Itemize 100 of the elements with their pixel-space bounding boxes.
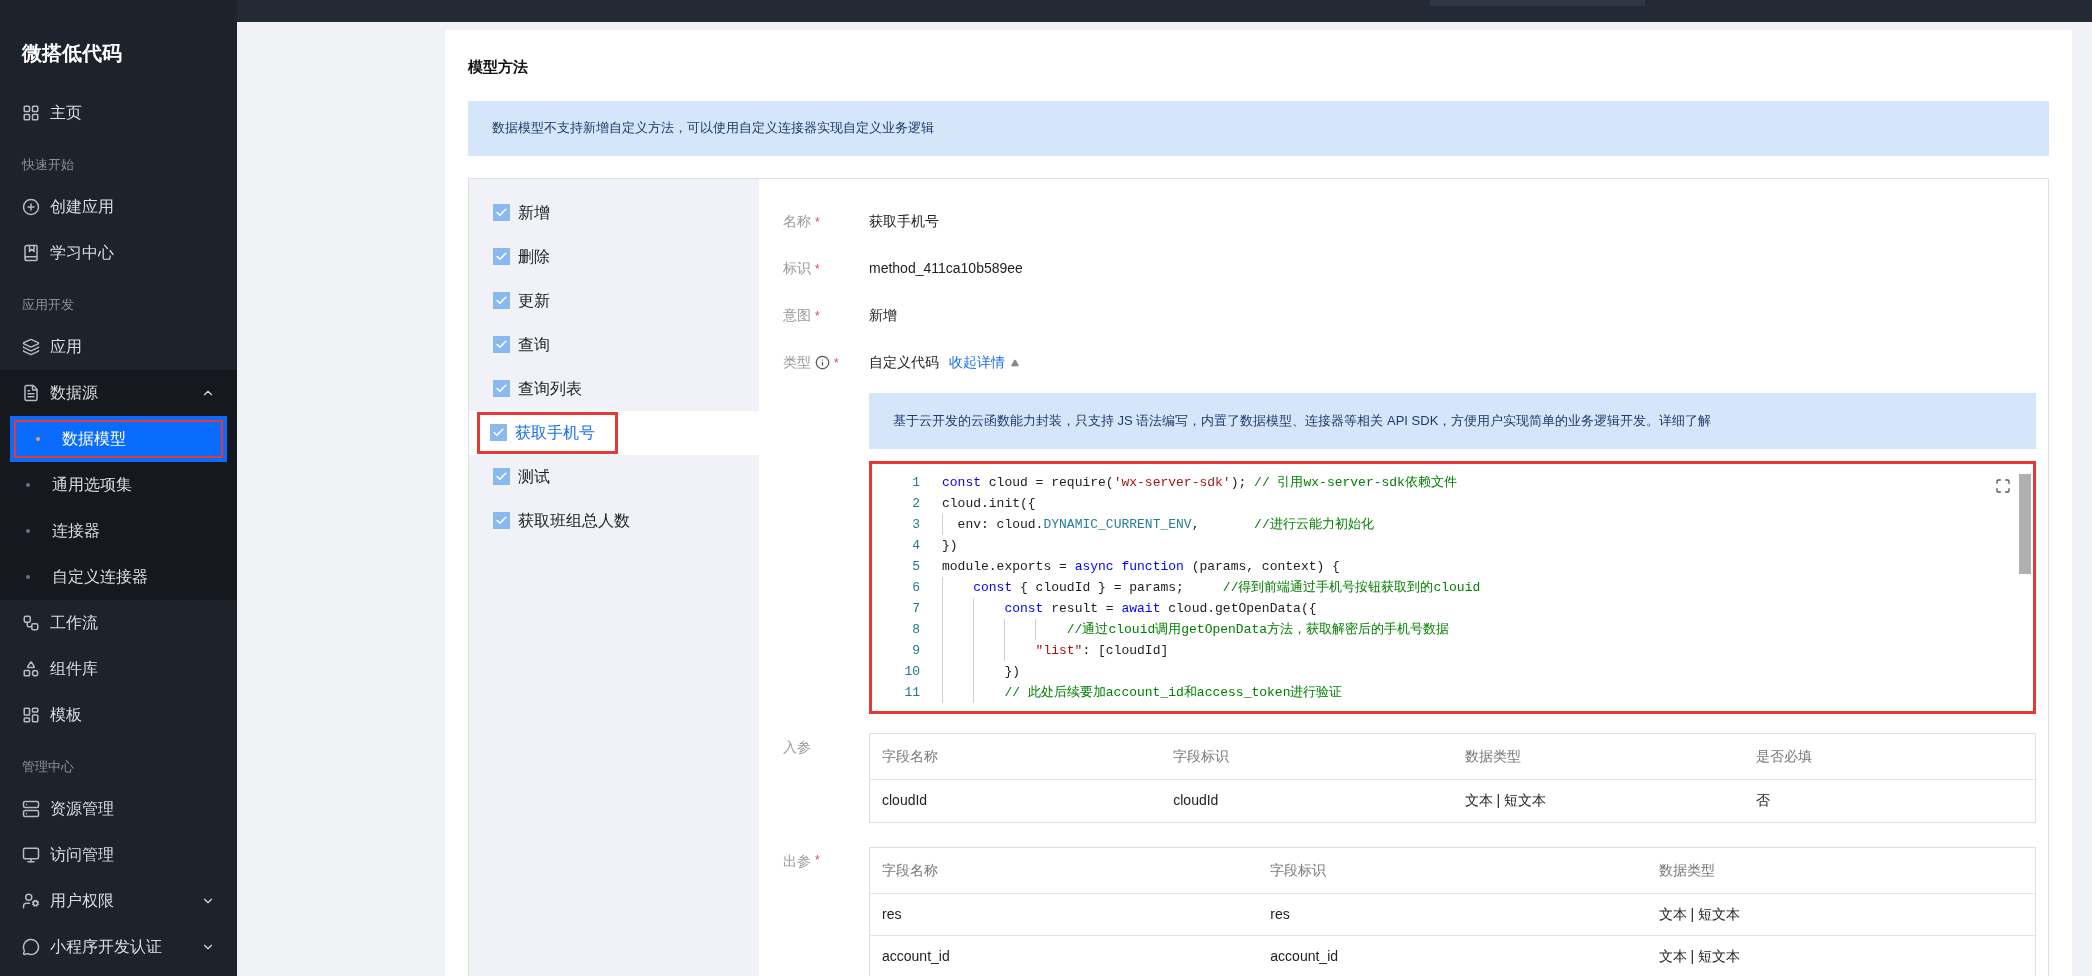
- method-label: 更新: [518, 290, 550, 311]
- column-header: 字段名称: [881, 746, 939, 766]
- column-header: 是否必填: [1754, 746, 1813, 766]
- nav-item[interactable]: 应用: [0, 324, 237, 370]
- line-number: 2: [911, 494, 921, 513]
- table-cell-text: account_id: [1269, 947, 1340, 966]
- nav-item[interactable]: 资源管理: [0, 786, 237, 832]
- nav-item[interactable]: 访问管理: [0, 832, 237, 878]
- section-title: 模型方法: [468, 57, 529, 77]
- nav-item[interactable]: 主页: [0, 90, 237, 136]
- line-number: 5: [911, 557, 921, 576]
- line-number: 1: [911, 473, 921, 492]
- user-icon: [22, 892, 40, 910]
- collapse-link[interactable]: 收起详情: [949, 352, 1019, 373]
- nav-item[interactable]: 创建应用: [0, 184, 237, 230]
- method-item[interactable]: 查询: [469, 322, 759, 367]
- dashboard-icon: [22, 706, 40, 724]
- nav-item[interactable]: 小程序开发认证: [0, 924, 237, 970]
- field-label: 出参: [783, 851, 811, 871]
- method-item[interactable]: 测试: [469, 454, 759, 499]
- scrollbar[interactable]: [2019, 473, 2031, 574]
- table-cell-text: 文本 | 短文本: [1657, 904, 1742, 924]
- column-header: 数据类型: [1463, 746, 1522, 766]
- table-cell-text: 文本 | 短文本: [1463, 791, 1547, 810]
- table-cell-text: res: [881, 904, 903, 924]
- nav-subitem[interactable]: 连接器: [0, 508, 237, 554]
- brand-title: 微搭低代码: [20, 41, 123, 66]
- check-icon: [495, 206, 508, 219]
- monitor-icon: [22, 846, 40, 864]
- column-header: 字段标识: [1269, 860, 1328, 880]
- line-number: 6: [911, 578, 921, 597]
- nav-item[interactable]: 用户权限: [0, 878, 237, 924]
- checkbox[interactable]: [493, 468, 510, 485]
- fullscreen-icon[interactable]: [1995, 477, 2011, 494]
- nav-subitem[interactable]: 自定义连接器: [0, 554, 237, 600]
- field-value: 自定义代码: [869, 353, 939, 372]
- nav-item[interactable]: 学习中心: [0, 230, 237, 276]
- nav-subitem[interactable]: 数据模型: [10, 416, 227, 462]
- nav-item[interactable]: 组件库: [0, 646, 237, 692]
- field-label: 入参: [783, 737, 811, 757]
- section-heading: 应用开发: [21, 295, 75, 314]
- line-number: 9: [911, 641, 921, 660]
- field-value: 获取手机号: [869, 212, 939, 231]
- method-label: 查询列表: [518, 378, 582, 399]
- layers-icon: [22, 338, 40, 356]
- bookmark-icon: [22, 244, 40, 262]
- server-icon: [22, 800, 40, 818]
- method-item[interactable]: 获取手机号: [469, 410, 759, 455]
- checkbox[interactable]: [493, 248, 510, 265]
- code-line: // 此处后续要加account_id和access_token进行验证: [940, 681, 1343, 703]
- code-line: }): [941, 536, 958, 555]
- nav-item[interactable]: 模板: [0, 692, 237, 738]
- checkbox[interactable]: [493, 204, 510, 221]
- nav-item[interactable]: 数据源: [0, 370, 237, 416]
- method-label: 删除: [518, 246, 550, 267]
- code-line: cloud.init({: [941, 494, 1036, 513]
- required-mark: *: [815, 307, 820, 325]
- line-number: 4: [911, 536, 921, 555]
- code-line: "list": [cloudId]: [940, 639, 1169, 661]
- code-editor[interactable]: [869, 460, 2036, 714]
- check-icon: [495, 250, 508, 263]
- plus-circle-icon: [22, 198, 40, 216]
- method-item[interactable]: 更新: [469, 278, 759, 323]
- field-label: 名称: [783, 212, 811, 231]
- checkbox[interactable]: [493, 336, 510, 353]
- chat-icon: [22, 938, 40, 956]
- column-header: 数据类型: [1657, 860, 1716, 880]
- table-cell-text: cloudId: [881, 791, 929, 810]
- info-icon[interactable]: [815, 355, 830, 370]
- method-item[interactable]: 新增: [469, 190, 759, 235]
- notice-banner: 数据模型不支持新增自定义方法，可以使用自定义连接器实现自定义业务逻辑: [468, 100, 2049, 156]
- check-icon: [495, 514, 508, 527]
- workflow-icon: [22, 614, 40, 632]
- method-item[interactable]: 获取班组总人数: [469, 498, 759, 543]
- required-mark: *: [834, 354, 839, 372]
- table-cell-text: 文本 | 短文本: [1657, 947, 1742, 966]
- field-value: method_411ca10b589ee: [869, 259, 1023, 278]
- table-cell-text: 否: [1754, 791, 1771, 810]
- method-item[interactable]: 查询列表: [469, 366, 759, 411]
- code-line: module.exports = async function (params, context) {: [941, 557, 1340, 576]
- check-icon: [495, 294, 508, 307]
- method-label: 测试: [518, 466, 550, 487]
- learn-more-link[interactable]: 详细了解: [1659, 410, 1712, 431]
- section-heading: 管理中心: [21, 757, 75, 776]
- table-cell-text: res: [1269, 904, 1291, 924]
- line-number: 8: [911, 620, 921, 639]
- nav-item[interactable]: 工作流: [0, 600, 237, 646]
- method-item[interactable]: 删除: [469, 234, 759, 279]
- section-heading: 快速开始: [21, 155, 75, 174]
- line-number: 10: [903, 662, 921, 681]
- code-line: const result = await cloud.getOpenData({: [940, 597, 1317, 619]
- checkbox[interactable]: [490, 424, 507, 441]
- checkbox[interactable]: [493, 380, 510, 397]
- nav-subitem[interactable]: 通用选项集: [0, 462, 237, 508]
- checkbox[interactable]: [493, 292, 510, 309]
- required-mark: *: [815, 260, 820, 278]
- code-line: const cloud = require('wx-server-sdk'); // 引用wx-server-sdk依赖文件: [941, 473, 1457, 492]
- checkbox[interactable]: [493, 512, 510, 529]
- shapes-icon: [22, 660, 40, 678]
- field-label: 标识: [783, 259, 811, 278]
